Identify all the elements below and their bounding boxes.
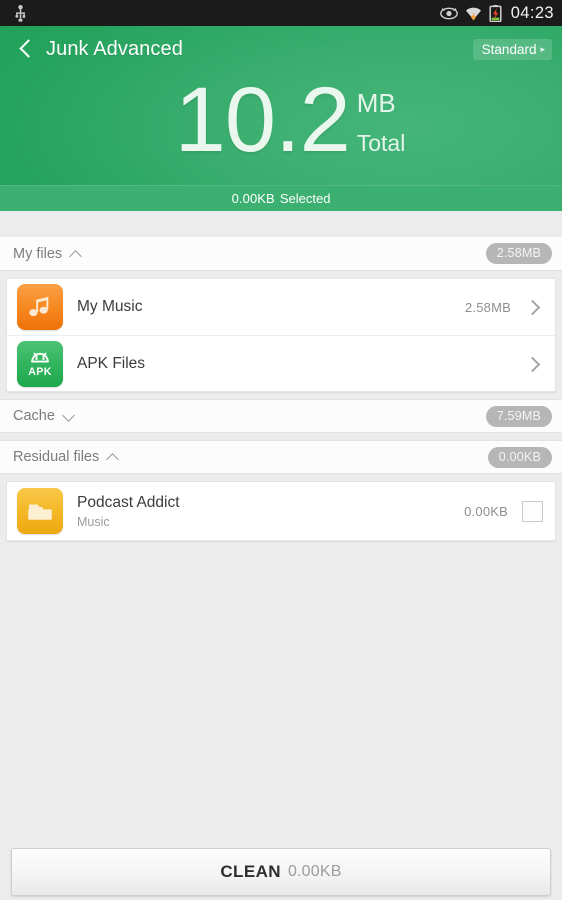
section-header-my-files[interactable]: My files 2.58MB [0,237,562,271]
list-item-apk-files[interactable]: APK APK Files [7,335,555,391]
list-item-texts: My Music [77,298,142,316]
total-size-label: Total [356,130,406,156]
eye-icon [439,7,458,19]
chevron-right-icon: ▸ [540,43,545,54]
status-bar: 04:23 [0,0,562,26]
mode-standard-button[interactable]: Standard ▸ [472,38,552,60]
selected-summary-bar: 0.00KB Selected [0,185,562,211]
section-header-cache[interactable]: Cache 7.59MB [0,399,562,433]
usb-icon [15,4,26,22]
list-item-subtitle: Music [77,514,110,529]
section-title-cache: Cache [13,408,55,424]
list-item-my-music[interactable]: My Music 2.58MB [7,279,555,335]
list-item-title: APK Files [77,354,146,372]
list-item-title: Podcast Addict [77,493,180,511]
chevron-down-icon[interactable] [62,409,76,423]
back-chevron-icon[interactable] [14,37,38,61]
apk-android-icon: APK [17,340,63,387]
app-bar: Junk Advanced Standard ▸ [0,26,562,72]
page-title: Junk Advanced [46,37,183,60]
list-item-size: 0.00KB [464,503,508,519]
total-size-unit: MB [356,88,396,118]
summary-header: Junk Advanced Standard ▸ 10.2 MB Total 0… [0,26,562,211]
junk-advanced-screen: 04:23 Junk Advanced Standard ▸ 10.2 MB T… [0,0,562,900]
chevron-right-icon[interactable] [523,354,543,374]
clean-button[interactable]: CLEAN 0.00KB [11,848,551,896]
section-gap [0,433,562,440]
status-bar-left [14,4,440,22]
section-header-residual-files[interactable]: Residual files 0.00KB [0,440,562,474]
status-bar-clock: 04:23 [510,3,554,22]
folder-icon [17,488,63,534]
card-residual-files: Podcast Addict Music 0.00KB [6,481,556,541]
wifi-icon [465,7,481,21]
junk-list: My files 2.58MB My Music 2.58MB APK APK … [0,237,562,900]
total-size-display: 10.2 MB Total [0,69,562,171]
section-badge-my-files: 2.58MB [485,243,552,264]
section-badge-residual-files: 0.00KB [487,446,552,468]
list-item-texts: Podcast Addict Music [77,494,180,529]
status-bar-right: 04:23 [439,3,554,23]
list-item-texts: APK Files [77,355,145,373]
selected-size-value: 0.00KB [231,191,275,206]
chevron-up-icon[interactable] [69,247,83,261]
music-note-icon [17,284,63,330]
svg-text:APK: APK [28,366,52,378]
section-title-my-files: My files [13,245,63,262]
total-size-value: 10.2 [174,69,351,171]
chevron-right-icon[interactable] [523,297,543,317]
list-item-podcast-addict[interactable]: Podcast Addict Music 0.00KB [7,482,555,540]
clean-button-size: 0.00KB [287,863,342,880]
list-item-checkbox[interactable] [522,500,543,522]
section-badge-cache: 7.59MB [485,405,552,427]
chevron-up-icon[interactable] [106,450,120,464]
mode-label: Standard [481,41,537,57]
total-size-meta: MB Total [357,76,406,157]
clean-button-label: CLEAN [220,862,281,881]
section-title-residual-files: Residual files [13,449,100,465]
list-item-size: 2.58MB [464,299,511,315]
selected-size-label: Selected [279,191,331,206]
card-my-files: My Music 2.58MB APK APK Files [6,278,556,392]
battery-charging-icon [489,4,502,22]
list-item-title: My Music [77,298,143,315]
bottom-action-bar: CLEAN 0.00KB [0,838,562,900]
